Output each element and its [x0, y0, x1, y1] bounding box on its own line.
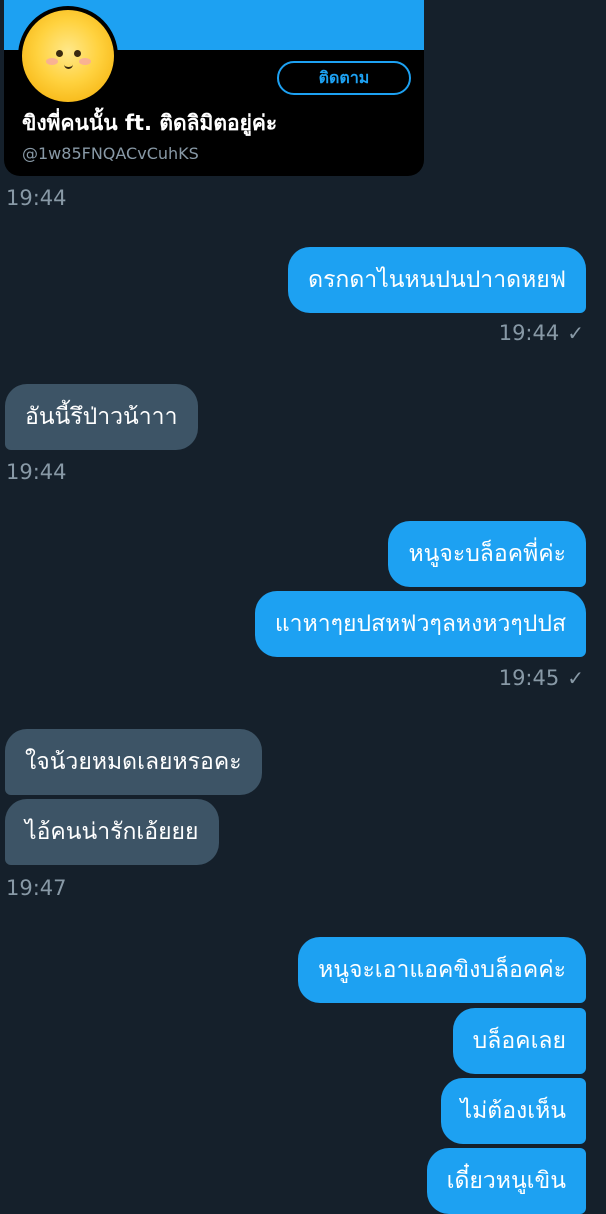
message-timestamp: 19:45 ✓ — [498, 666, 584, 690]
incoming-message[interactable]: ใจน้วยหมดเลยหรอคะ — [5, 729, 262, 795]
sent-check-icon: ✓ — [567, 666, 584, 690]
sent-check-icon: ✓ — [567, 321, 584, 345]
message-timestamp: 19:44 ✓ — [498, 321, 584, 345]
outgoing-message[interactable]: ไม่ต้องเห็น — [440, 1078, 586, 1144]
yellow-chick-avatar-image — [22, 10, 114, 102]
outgoing-message[interactable]: หนูจะเอาแอคขิงบล็อคค่ะ — [298, 937, 586, 1003]
follow-button[interactable]: ติดตาม — [277, 61, 411, 95]
avatar[interactable] — [18, 6, 118, 106]
message-timestamp: 19:44 — [6, 460, 67, 484]
outgoing-message[interactable]: ดรกดาไนหนปนปาาดหยฟ — [288, 247, 586, 313]
outgoing-message[interactable]: หนูจะบล็อคพี่ค่ะ — [388, 521, 586, 587]
outgoing-message[interactable]: บล็อคเลย — [452, 1008, 586, 1074]
incoming-message[interactable]: ไอ้คนน่ารักเอ้ยยย — [5, 799, 219, 865]
message-timestamp: 19:47 — [6, 876, 67, 900]
incoming-message[interactable]: อันนี้รึป่าวน้าาา — [5, 384, 198, 450]
outgoing-message[interactable]: แาหาๆยปสหฟวๆลหงหวๆปปส — [254, 591, 586, 657]
profile-handle: @1w85FNQACvCuhKS — [22, 144, 199, 163]
profile-name: ขิงพี่คนนั้น ft. ติดลิมิตอยู่ค่ะ — [22, 111, 278, 135]
message-timestamp: 19:44 — [6, 186, 67, 210]
outgoing-message[interactable]: เดี๋ยวหนูเขิน — [426, 1148, 586, 1214]
profile-card[interactable]: ติดตาม ขิงพี่คนนั้น ft. ติดลิมิตอยู่ค่ะ … — [4, 0, 424, 176]
